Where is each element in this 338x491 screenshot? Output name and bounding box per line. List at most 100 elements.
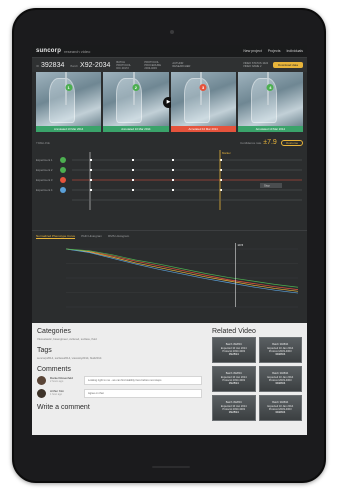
- meta-item: PROTOCOL PROCEDURE 2033-4003: [144, 60, 161, 70]
- meta-item: AUTHOR RESEARCHER: [172, 62, 191, 68]
- related-number: 392834: [228, 381, 239, 386]
- experiment-label: Experiment 4: [36, 188, 53, 192]
- experiment-marker: [60, 177, 66, 183]
- write-comment-title[interactable]: Write a comment: [37, 404, 202, 411]
- related-video-card[interactable]: Batch 392834 Expected 10 Jan 2014 Protocol…: [258, 395, 302, 421]
- related-grid: Batch 392834 Expected 10 Jan 2014 Protocol…: [212, 337, 302, 421]
- event-point: [90, 189, 92, 191]
- download-button[interactable]: Download data: [273, 62, 303, 68]
- nav-individuals[interactable]: Individuals: [286, 49, 303, 53]
- lower-panel: Categories Viscoelastic, bioengineer, cu…: [32, 323, 307, 435]
- related-title: Related Video: [212, 328, 256, 335]
- timeline-header: TIMELINE Confidence rate ±7.9 Outcome: [32, 132, 307, 150]
- related-video-card[interactable]: Batch 392834 Expected 10 Jan 2014 Protocol…: [212, 395, 256, 421]
- video-thumbnail[interactable]: 3 Annotated 10 Mar 2014: [170, 72, 236, 132]
- thumbnail-strip: 1 Annotated 10 Mar 2014 2 Annotated 10 Mar …: [32, 72, 307, 132]
- thumbnail-label: Annotated 10 Mar 2014: [36, 126, 102, 132]
- confidence-score: ±7.9: [263, 139, 277, 146]
- confidence-label: Confidence rate: [240, 140, 262, 145]
- batch-value: X92-2034: [80, 61, 111, 69]
- categories-title: Categories: [37, 328, 71, 335]
- outcome-pill[interactable]: Outcome: [280, 139, 303, 146]
- experiment-label: Experiment 3: [36, 178, 53, 182]
- comment-meta: Daniel Rosenfeld 2 hours ago: [50, 376, 80, 383]
- timeline-label: TIMELINE: [36, 140, 50, 145]
- timeline: Experiment 1 Experiment 2 Experiment 3 Expe…: [32, 150, 307, 224]
- related-column: Related Video Batch 392834 Expected 10 Ja…: [212, 328, 302, 421]
- annotation-badge: 2: [132, 84, 140, 91]
- app-screen: suncorp research video New project Proje…: [32, 45, 307, 435]
- chart-section: Normalized Phenotype Curve PHD Histogram…: [32, 230, 307, 318]
- chart-marker-label: 10.5: [237, 243, 243, 247]
- related-video-card[interactable]: Batch 392834 Expected 10 Jan 2014 Protocol…: [258, 337, 302, 363]
- comment-meta: Arthur Kim 1 hour ago: [50, 389, 80, 396]
- id-value: 392834: [41, 61, 65, 69]
- comment-text: Looking right to me - we can find stabil…: [84, 376, 202, 385]
- id-label: ID: [36, 63, 39, 68]
- experiment-marker: [60, 167, 66, 173]
- video-thumbnail[interactable]: 2 Annotated 10 Mar 2014 ▶: [103, 72, 174, 132]
- event-point: [132, 189, 134, 191]
- comment-item: Arthur Kim 1 hour ago Agree on that: [37, 389, 202, 398]
- experiment-label: Experiment 1: [36, 158, 53, 162]
- top-bar: suncorp research video New project Proje…: [32, 45, 307, 58]
- related-number: 392834: [228, 352, 239, 357]
- video-status: VIDEO STATUS 1024 VIDEO NAME 2: [243, 62, 269, 68]
- details-column: Categories Viscoelastic, bioengineer, cu…: [37, 328, 202, 413]
- event-point: [172, 169, 174, 171]
- top-nav: New project Projects Individuals: [243, 49, 303, 53]
- tags-title: Tags: [37, 347, 52, 354]
- experiment-marker: [60, 157, 66, 163]
- video-thumbnail[interactable]: 1 Annotated 10 Mar 2014: [36, 72, 102, 132]
- thumbnail-label: Annotated 10 Mar 2014: [237, 126, 303, 132]
- logo: suncorp: [36, 48, 62, 54]
- related-number: 392834: [275, 410, 286, 415]
- logo-subtitle: research video: [64, 48, 91, 54]
- camera-dot: [170, 30, 174, 34]
- related-video-card[interactable]: Batch 392834 Expected 10 Jan 2014 Protocol…: [212, 337, 256, 363]
- annotation-badge: 1: [65, 84, 73, 91]
- tags-list: suncorp2014, surface2014, viscosity2014,…: [37, 356, 102, 360]
- batch-group: Batch X92-2034: [70, 62, 110, 69]
- comment-time: 2 hours ago: [50, 380, 64, 383]
- event-point: [132, 179, 134, 181]
- related-number: 392834: [228, 410, 239, 415]
- meta-item: BATCH PROTOCOL DIC 40172: [116, 60, 131, 70]
- comments-title: Comments: [37, 366, 71, 373]
- batch-label: Batch: [70, 63, 79, 68]
- thumbnail-label: Annotated 10 Mar 2014: [103, 126, 169, 132]
- line-chart: 10.5: [65, 243, 299, 308]
- event-point: [132, 169, 134, 171]
- related-video-card[interactable]: Batch 392834 Expected 10 Jan 2014 Protocol…: [258, 366, 302, 392]
- event-point: [90, 159, 92, 161]
- related-video-card[interactable]: Batch 392834 Expected 10 Jan 2014 Protocol…: [212, 366, 256, 392]
- annotation-badge: 3: [199, 84, 207, 91]
- avatar: [37, 376, 46, 385]
- stop-label: Stop: [264, 184, 270, 188]
- event-point: [132, 159, 134, 161]
- thumbnail-label: Annotated 10 Mar 2014: [170, 126, 236, 132]
- event-point: [172, 159, 174, 161]
- annotation-badge: 4: [266, 84, 274, 91]
- home-indicator: [152, 466, 190, 468]
- nav-projects[interactable]: Projects: [268, 49, 281, 53]
- experiment-label: Experiment 2: [36, 168, 53, 172]
- marker-label: Marker: [222, 151, 231, 155]
- event-point: [172, 179, 174, 181]
- id-row: ID 392834 Batch X92-2034 BATCH PROTOCOL …: [32, 58, 307, 72]
- id-right: VIDEO STATUS 1024 VIDEO NAME 2 Download …: [243, 62, 303, 68]
- event-point: [172, 189, 174, 191]
- avatar: [37, 389, 46, 398]
- categories-list: Viscoelastic, bioengineer, cultured, sur…: [37, 337, 97, 341]
- experiment-marker: [60, 187, 66, 193]
- video-thumbnail[interactable]: 4 Annotated 10 Mar 2014: [237, 72, 303, 132]
- id-group: ID 392834: [36, 62, 64, 69]
- comment-item: Daniel Rosenfeld 2 hours ago Looking rig…: [37, 376, 202, 385]
- event-point: [90, 169, 92, 171]
- related-number: 392834: [275, 352, 286, 357]
- related-number: 392834: [275, 381, 286, 386]
- nav-new-project[interactable]: New project: [243, 49, 261, 53]
- timeline-svg: Experiment 1 Experiment 2 Experiment 3 Expe…: [36, 150, 302, 210]
- comment-text: Agree on that: [84, 389, 202, 398]
- comment-time: 1 hour ago: [50, 393, 62, 396]
